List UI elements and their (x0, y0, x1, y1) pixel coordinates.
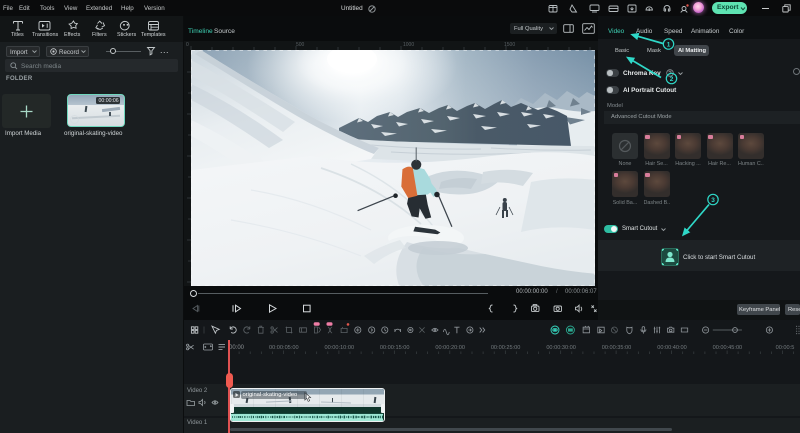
svg-text:2: 2 (670, 76, 674, 83)
svg-text:1: 1 (667, 42, 671, 49)
svg-text:3: 3 (711, 197, 715, 204)
